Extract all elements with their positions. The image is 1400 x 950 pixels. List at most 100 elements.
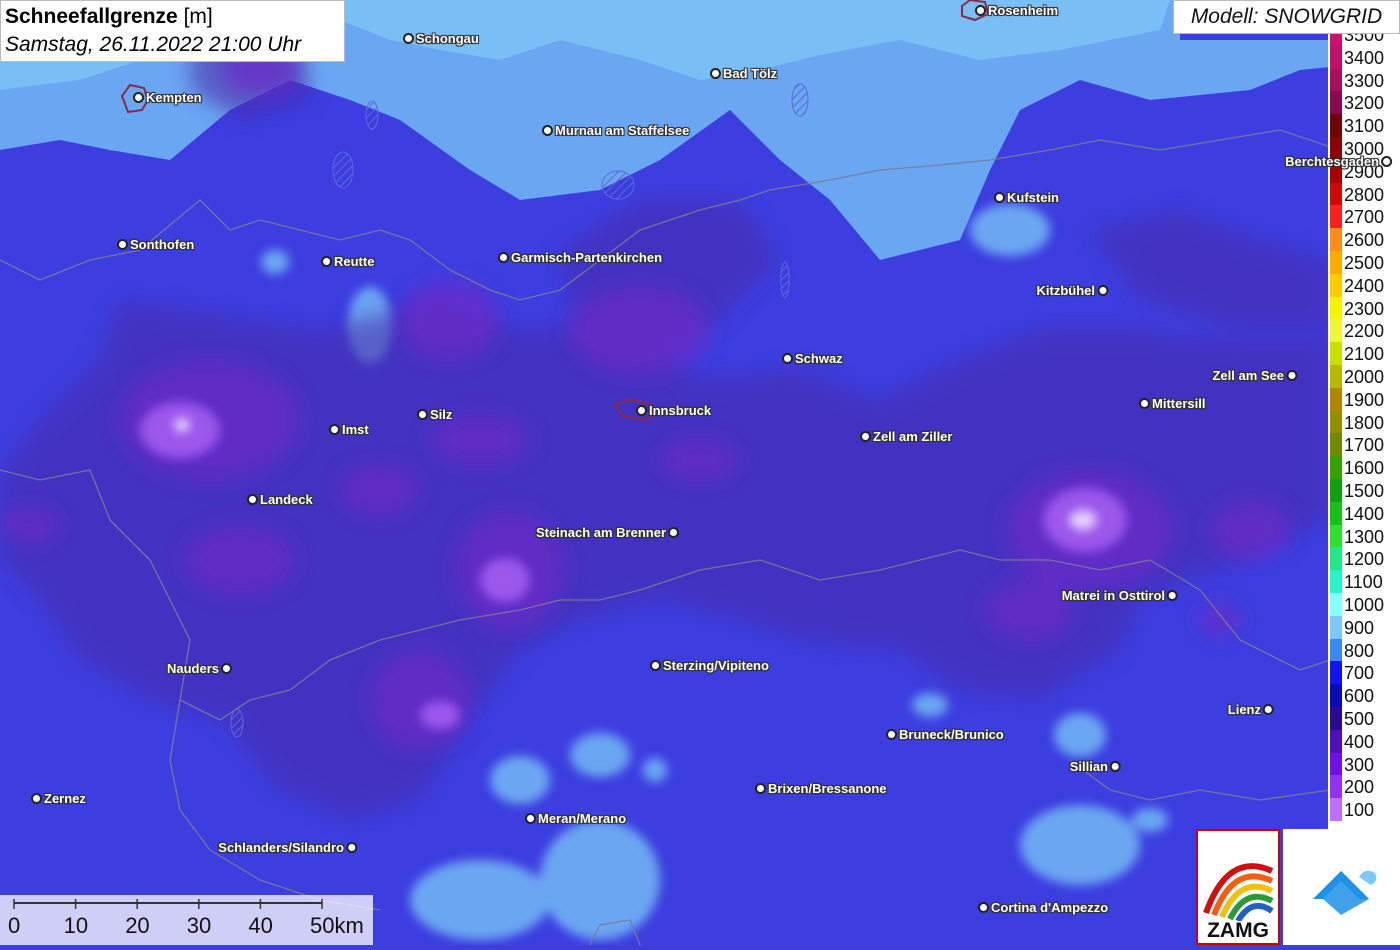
city-label: Zell am Ziller — [873, 429, 953, 444]
legend-item: 2400 — [1328, 273, 1400, 297]
legend-item: 300 — [1328, 752, 1400, 776]
city-marker: Schongau — [403, 31, 481, 46]
map-title: Schneefallgrenze [m] — [5, 3, 340, 31]
legend-swatch — [1330, 182, 1342, 206]
city-label: Schongau — [416, 31, 479, 46]
city-label: Bad Tölz — [723, 66, 778, 81]
map-title-unit: [m] — [183, 5, 213, 28]
city-dot-icon — [1097, 285, 1108, 296]
legend-swatch — [1330, 68, 1342, 92]
city-label: Brixen/Bressanone — [768, 781, 887, 796]
legend-item: 3300 — [1328, 68, 1400, 92]
city-dot-icon — [346, 842, 357, 853]
city-marker: Schlanders/Silandro — [216, 840, 357, 855]
scale-tick-label: 10 — [63, 913, 89, 938]
city-dot-icon — [221, 663, 232, 674]
city-label: Lienz — [1227, 702, 1261, 717]
legend-label: 400 — [1344, 731, 1375, 752]
legend-item: 500 — [1328, 707, 1400, 730]
city-dot-icon — [1286, 370, 1297, 381]
legend-label: 2300 — [1344, 298, 1385, 319]
city-dot-icon — [498, 252, 509, 263]
city-label: Sillian — [1069, 759, 1108, 774]
legend-label: 100 — [1344, 800, 1375, 821]
legend-item: 2800 — [1328, 182, 1400, 206]
scale-tick-label: 30 — [186, 913, 212, 938]
legend-swatch — [1330, 547, 1342, 571]
legend-item: 3100 — [1328, 114, 1400, 138]
city-marker: Imst — [329, 422, 371, 437]
map-datetime: Samstag, 26.11.2022 21:00 Uhr — [5, 33, 302, 56]
legend-label: 1900 — [1344, 389, 1385, 410]
legend-label: 3100 — [1344, 116, 1385, 137]
legend-label: 800 — [1344, 640, 1375, 661]
city-label: Murnau am Staffelsee — [555, 123, 690, 138]
city-marker: Zernez — [31, 791, 88, 806]
city-label: Zell am See — [1212, 368, 1284, 383]
legend-label: 3200 — [1344, 93, 1385, 114]
legend-item: 2700 — [1328, 205, 1400, 229]
legend-item: 1900 — [1328, 387, 1400, 411]
legend-label: 3500 — [1344, 34, 1385, 45]
city-dot-icon — [329, 424, 340, 435]
legend-swatch — [1330, 570, 1342, 594]
legend-swatch — [1330, 205, 1342, 229]
scale-bar: 0 10 20 30 40 50km — [0, 895, 373, 945]
legend-item: 2100 — [1328, 342, 1400, 366]
city-label: Berchtesgaden — [1285, 154, 1379, 169]
city-dot-icon — [31, 793, 42, 804]
city-dot-icon — [636, 405, 647, 416]
legend-label: 1300 — [1344, 526, 1385, 547]
geosphere-logo-icon — [1283, 829, 1400, 945]
city-marker: Meran/Merano — [525, 811, 628, 826]
legend-swatch — [1330, 775, 1342, 799]
legend-swatch — [1330, 729, 1342, 753]
legend-label: 2100 — [1344, 344, 1385, 365]
legend-item: 400 — [1328, 729, 1400, 753]
city-label: Mittersill — [1152, 396, 1206, 411]
scale-tick-label: 0 — [8, 913, 21, 938]
scale-tick-label: 40 — [248, 913, 273, 938]
legend-swatch — [1330, 684, 1342, 708]
city-marker: Bruneck/Brunico — [886, 727, 1006, 742]
legend-item: 600 — [1328, 684, 1400, 708]
legend-item: 1600 — [1328, 456, 1400, 480]
model-label: Modell: SNOWGRID — [1173, 0, 1400, 34]
city-dot-icon — [886, 729, 897, 740]
legend-item: 2200 — [1328, 319, 1400, 343]
city-dot-icon — [994, 192, 1005, 203]
legend-label: 1000 — [1344, 595, 1385, 615]
legend-label: 2700 — [1344, 207, 1385, 228]
map-title-main: Schneefallgrenze — [5, 5, 178, 28]
city-marker: Mittersill — [1139, 396, 1207, 411]
city-label: Imst — [342, 422, 369, 437]
city-dot-icon — [755, 783, 766, 794]
legend-label: 1800 — [1344, 412, 1385, 433]
city-label: Kufstein — [1007, 190, 1059, 205]
city-dot-icon — [1263, 704, 1274, 715]
city-marker: Sonthofen — [117, 237, 196, 252]
legend-swatch — [1330, 752, 1342, 776]
city-marker: Kitzbühel — [1035, 283, 1108, 298]
city-marker: Cortina d'Ampezzo — [978, 900, 1110, 915]
city-dot-icon — [1110, 761, 1121, 772]
city-label: Nauders — [166, 661, 219, 676]
city-label: Meran/Merano — [538, 811, 627, 826]
legend-item: 1500 — [1328, 479, 1400, 502]
legend-label: 200 — [1344, 777, 1375, 798]
city-label: Schwaz — [795, 351, 843, 366]
legend-label: 2400 — [1344, 275, 1385, 296]
zamg-logo: ZAMG — [1196, 829, 1280, 945]
city-marker: Berchtesgaden — [1283, 154, 1392, 169]
legend-swatch — [1330, 319, 1342, 343]
city-dot-icon — [710, 68, 721, 79]
city-dot-icon — [668, 527, 679, 538]
city-marker: Schwaz — [782, 351, 845, 366]
city-marker: Zell am See — [1210, 368, 1297, 383]
snowfall-limit-map — [0, 0, 1400, 945]
city-label: Reutte — [334, 254, 375, 269]
legend-label: 1400 — [1344, 503, 1385, 524]
legend-swatch — [1330, 273, 1342, 297]
city-label: Zernez — [44, 791, 86, 806]
city-dot-icon — [650, 660, 661, 671]
